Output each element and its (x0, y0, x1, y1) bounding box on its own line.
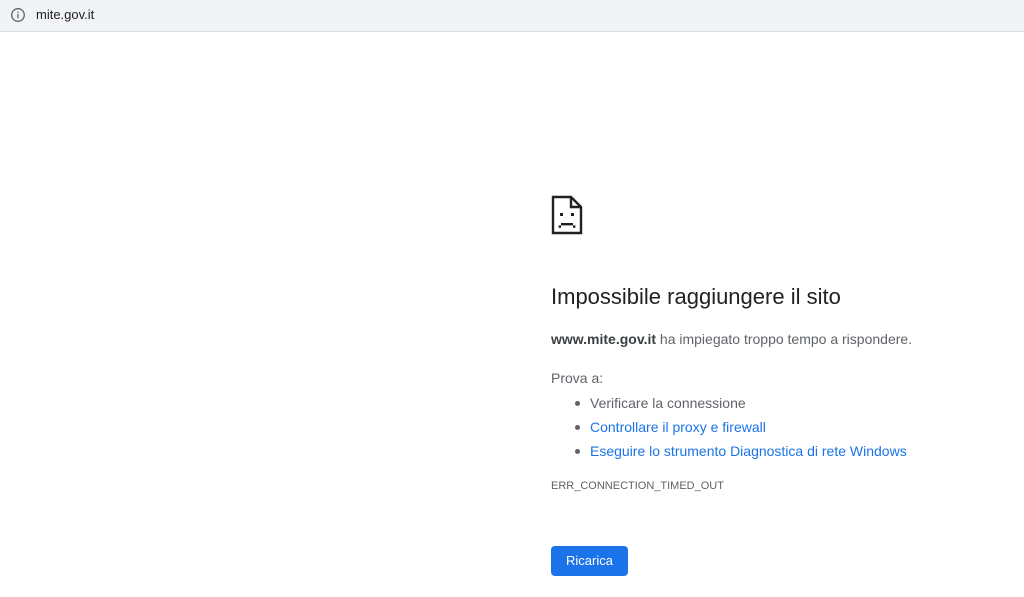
try-label: Prova a: (551, 370, 604, 386)
suggestions-list: Verificare la connessione Controllare il… (551, 391, 907, 463)
error-description: www.mite.gov.it ha impiegato troppo temp… (551, 330, 912, 348)
error-host: www.mite.gov.it (551, 331, 657, 347)
error-description-text: ha impiegato troppo tempo a rispondere. (656, 331, 913, 347)
address-bar: mite.gov.it (0, 0, 1024, 32)
url-text[interactable]: mite.gov.it (36, 7, 94, 23)
error-code: ERR_CONNECTION_TIMED_OUT (551, 480, 724, 492)
info-icon[interactable] (10, 7, 26, 23)
suggestion-proxy-firewall-link[interactable]: Controllare il proxy e firewall (575, 415, 907, 439)
suggestion-check-connection: Verificare la connessione (575, 391, 907, 415)
error-title: Impossibile raggiungere il sito (551, 284, 841, 309)
sad-page-icon (551, 195, 583, 235)
suggestion-network-diagnostics-link[interactable]: Eseguire lo strumento Diagnostica di ret… (575, 439, 907, 463)
reload-button[interactable]: Ricarica (551, 546, 628, 576)
